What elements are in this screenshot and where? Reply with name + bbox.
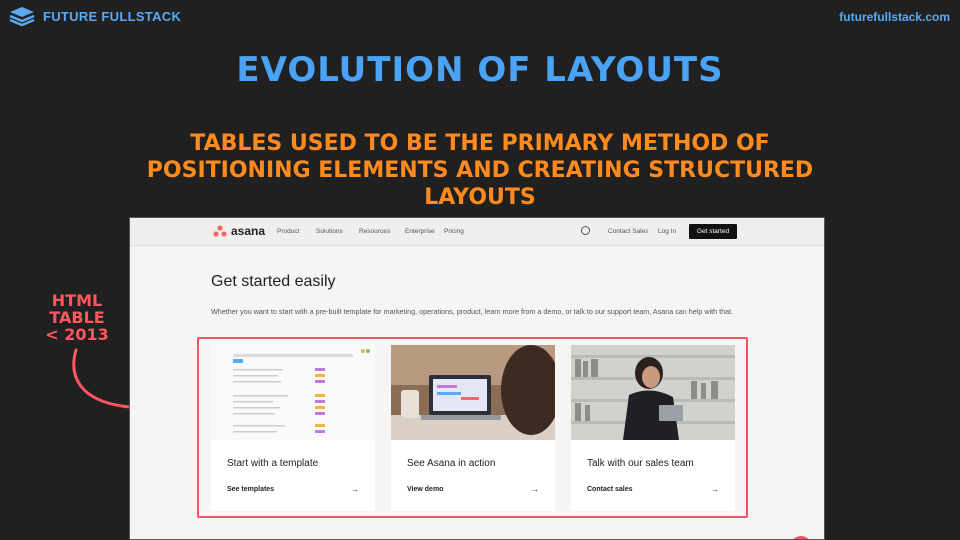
asana-dots-icon: [213, 225, 227, 237]
template-preview-image: [211, 345, 375, 440]
side-note-line: TABLE: [49, 308, 105, 327]
nav-item-product[interactable]: Product: [277, 228, 299, 235]
nav-item-pricing[interactable]: Pricing: [444, 228, 464, 235]
card-title: See Asana in action: [407, 458, 496, 469]
demo-photo-image: [391, 345, 555, 440]
asana-screenshot: asana Product Solutions Resources Enterp…: [129, 217, 825, 540]
site-nav: asana Product Solutions Resources Enterp…: [130, 218, 824, 246]
slide-subtitle: TABLES USED TO BE THE PRIMARY METHOD OF …: [146, 131, 814, 210]
login-link[interactable]: Log In: [658, 228, 676, 235]
side-note-line: < 2013: [45, 325, 109, 344]
hero-text: Whether you want to start with a pre-bui…: [211, 307, 734, 316]
card-template[interactable]: Start with a template See templates →: [211, 345, 375, 511]
arrow-right-icon[interactable]: →: [711, 485, 719, 494]
contact-sales-card-link[interactable]: Contact sales: [587, 486, 633, 493]
sales-photo-image: [571, 345, 735, 440]
side-note: HTML TABLE < 2013: [40, 292, 114, 343]
arrow-right-icon[interactable]: →: [531, 485, 539, 494]
asana-logo-text: asana: [231, 224, 266, 238]
nav-item-enterprise[interactable]: Enterprise: [405, 228, 435, 235]
site-url[interactable]: futurefullstack.com: [839, 10, 950, 24]
globe-icon[interactable]: [581, 226, 590, 235]
contact-sales-link[interactable]: Contact Sales: [608, 228, 648, 235]
nav-item-solutions[interactable]: Solutions: [316, 228, 343, 235]
arrow-right-icon[interactable]: →: [351, 485, 359, 494]
card-demo[interactable]: See Asana in action View demo →: [391, 345, 555, 511]
card-title: Start with a template: [227, 458, 319, 469]
card-title: Talk with our sales team: [587, 458, 694, 469]
card-sales[interactable]: Talk with our sales team Contact sales →: [571, 345, 735, 511]
slide-title: EVOLUTION OF LAYOUTS: [236, 50, 724, 90]
brand-name: FUTURE FULLSTACK: [43, 8, 182, 24]
view-demo-link[interactable]: View demo: [407, 486, 443, 493]
see-templates-link[interactable]: See templates: [227, 486, 274, 493]
chat-bubble-icon[interactable]: [790, 536, 812, 539]
brand-logo: FUTURE FULLSTACK: [8, 5, 181, 27]
stack-layers-icon: [9, 7, 35, 27]
nav-item-resources[interactable]: Resources: [359, 228, 390, 235]
hero-heading: Get started easily: [211, 273, 336, 290]
asana-logo[interactable]: asana: [213, 224, 265, 238]
get-started-button[interactable]: Get started: [689, 224, 737, 239]
side-note-line: HTML: [51, 291, 103, 310]
